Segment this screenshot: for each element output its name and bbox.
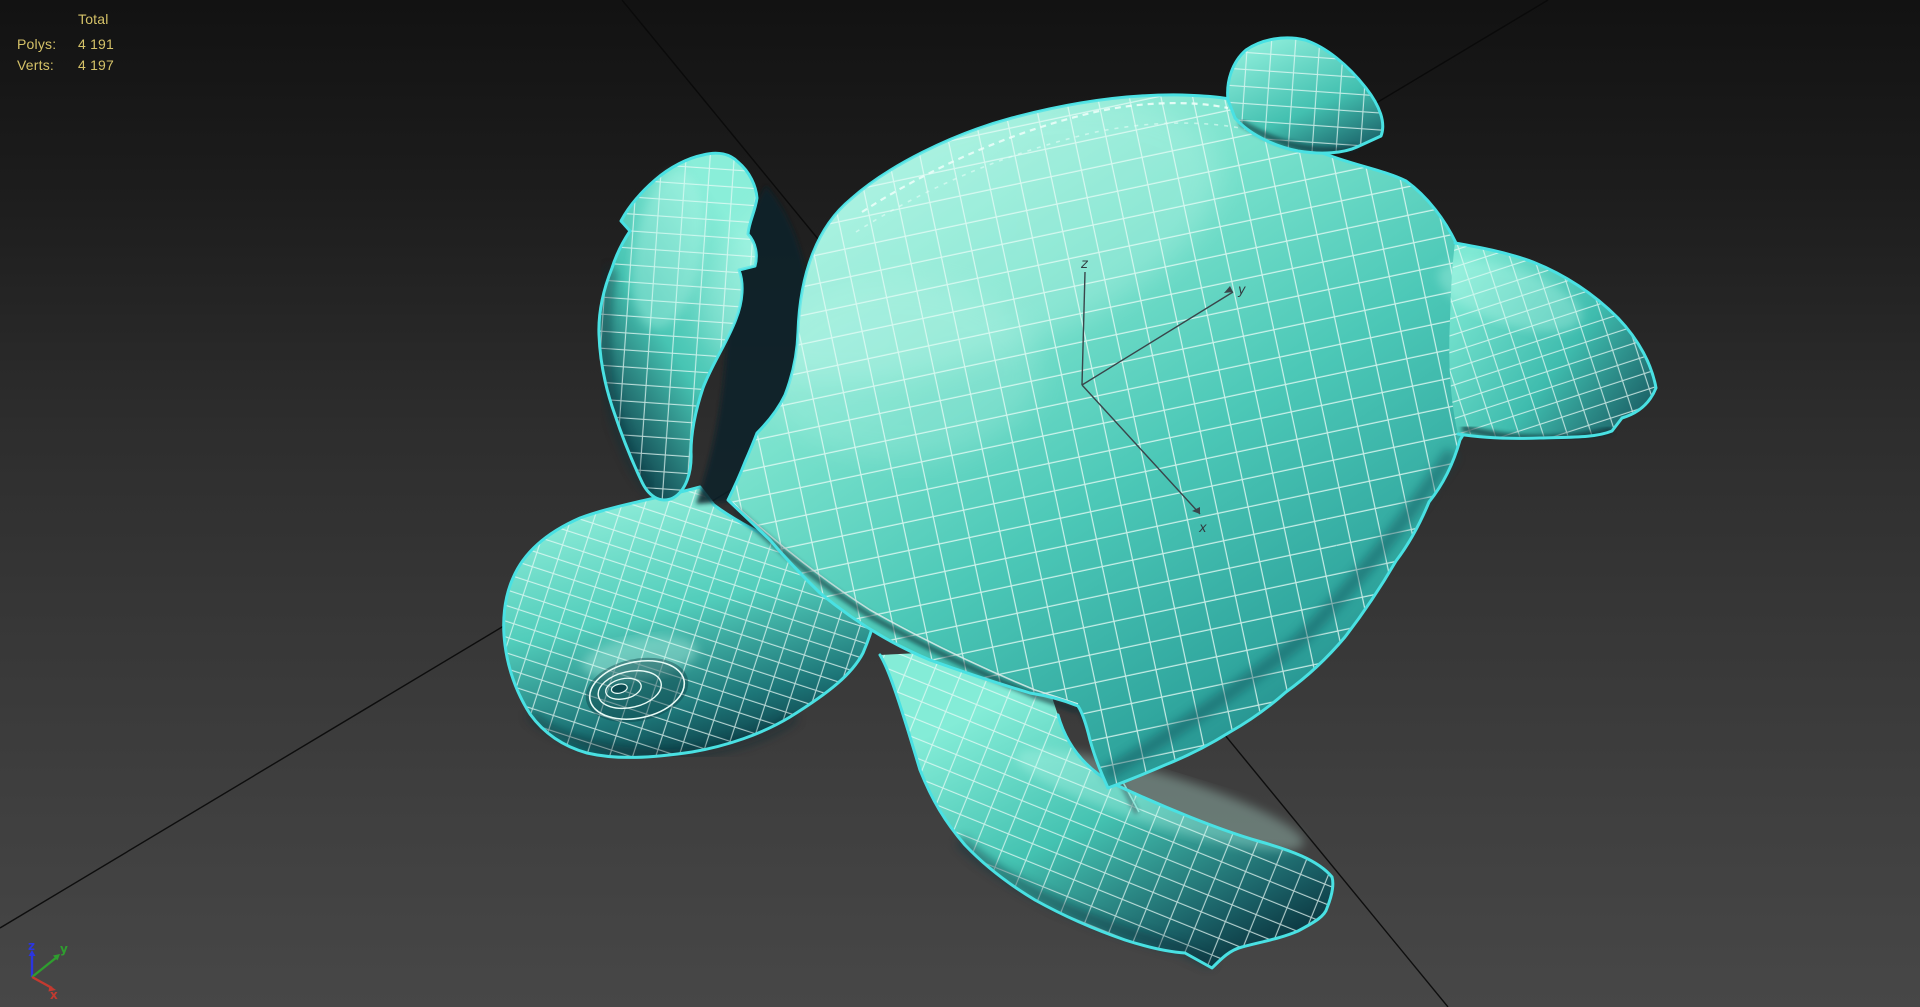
selected-object-turtle-mesh[interactable] xyxy=(502,36,1658,970)
tripod-x-label: x xyxy=(1198,521,1207,536)
stats-polys-label: Polys: xyxy=(17,36,57,52)
stats-polys-value: 4 191 xyxy=(78,36,115,52)
turtle-front-right-flipper xyxy=(1438,241,1658,443)
stats-verts-label: Verts: xyxy=(17,57,54,73)
tripod-y-label: y xyxy=(1237,283,1246,298)
world-axis-gizmo: z y x xyxy=(28,939,68,1002)
perspective-viewport[interactable]: z y x z y x Total Polys: 4 191 Verts: 4 … xyxy=(0,0,1920,1007)
stats-verts-value: 4 197 xyxy=(78,57,115,73)
world-axis-z-label: z xyxy=(28,939,35,953)
world-axis-x-label: x xyxy=(50,988,58,1002)
tripod-z-label: z xyxy=(1080,257,1089,272)
world-axis-y-label: y xyxy=(60,942,68,956)
viewport-canvas[interactable]: z y x z y x xyxy=(0,0,1920,1007)
stats-total-header: Total xyxy=(78,11,109,27)
